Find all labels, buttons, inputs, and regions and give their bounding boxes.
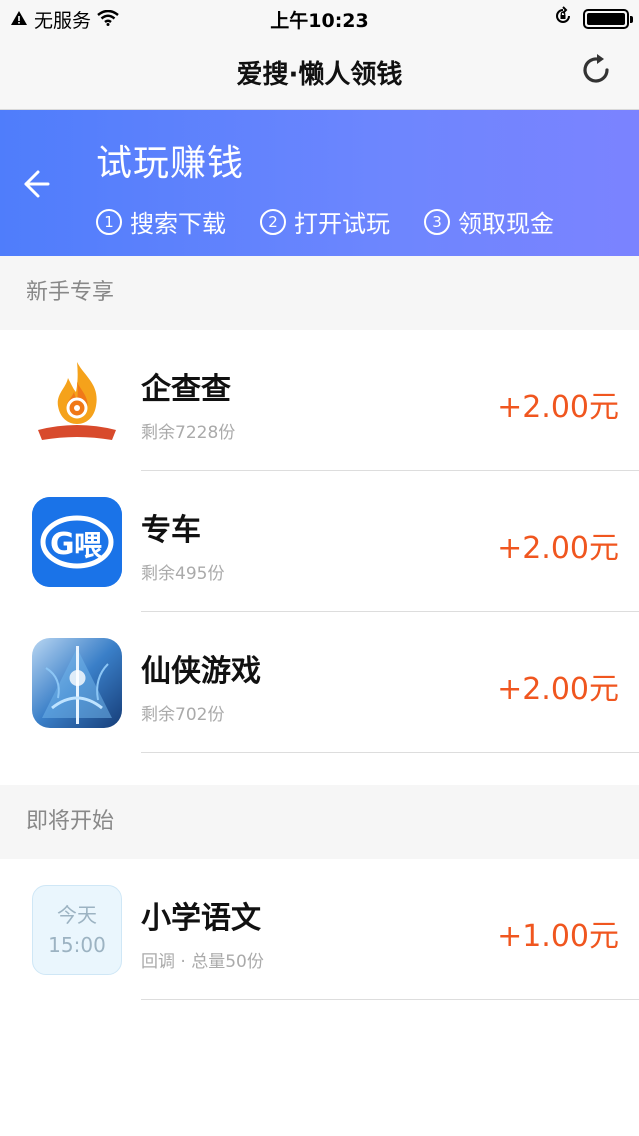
task-remaining: 剩余7228份 (141, 423, 236, 443)
battery-icon (583, 8, 633, 29)
nav-bar: 爱搜·懒人领钱 (0, 36, 639, 110)
task-remaining: 剩余495份 (141, 564, 225, 584)
task-item-qichacha[interactable]: 企查查 剩余7228份 +2.00元 (0, 330, 639, 471)
task-reward: +2.00元 (497, 672, 619, 707)
task-remaining: 剩余702份 (141, 705, 225, 725)
back-arrow-icon (24, 170, 50, 198)
car-hailing-logo-icon: G 喂 (32, 497, 122, 587)
refresh-icon (583, 54, 609, 83)
status-right (553, 6, 633, 31)
steps-row: 1 搜索下载 2 打开试玩 3 领取现金 (96, 204, 554, 239)
rotation-lock-icon (553, 6, 573, 31)
step-search-download: 1 搜索下载 (96, 204, 226, 239)
start-time-badge: 今天 15:00 (32, 885, 122, 975)
task-name: 仙侠游戏 (141, 654, 261, 689)
back-button[interactable] (20, 164, 54, 204)
start-day: 今天 (57, 903, 97, 927)
battery-fill (587, 12, 625, 25)
step-number: 1 (96, 208, 122, 235)
step-number: 2 (260, 208, 286, 235)
task-reward: +2.00元 (497, 390, 619, 425)
app-icon-xianxia-game (32, 638, 122, 728)
divider (141, 999, 639, 1000)
step-claim-cash: 3 领取现金 (424, 204, 554, 239)
svg-text:喂: 喂 (74, 529, 103, 562)
task-reward: +2.00元 (497, 531, 619, 566)
task-name: 小学语文 (141, 901, 261, 936)
step-label: 搜索下载 (130, 210, 226, 238)
task-name: 专车 (141, 513, 201, 548)
step-label: 打开试玩 (294, 210, 390, 238)
section-header-newbie: 新手专享 (0, 256, 639, 330)
section-gap (0, 753, 639, 785)
task-item-zhuanche[interactable]: G 喂 专车 剩余495份 +2.00元 (0, 471, 639, 612)
task-banner: 试玩赚钱 1 搜索下载 2 打开试玩 3 领取现金 (0, 110, 639, 256)
status-bar: 无服务 上午10:23 (0, 0, 639, 36)
step-number: 3 (424, 208, 450, 235)
section-header-upcoming: 即将开始 (0, 785, 639, 859)
task-item-xiaoxue-yuwen[interactable]: 今天 15:00 小学语文 回调 · 总量50份 +1.00元 (0, 859, 639, 1000)
fantasy-game-art-icon (32, 638, 122, 728)
task-item-xianxia-game[interactable]: 仙侠游戏 剩余702份 +2.00元 (0, 612, 639, 753)
task-reward: +1.00元 (497, 919, 619, 954)
banner-title: 试玩赚钱 (96, 143, 245, 184)
app-icon-qichacha (32, 356, 122, 446)
task-name: 企查查 (141, 372, 231, 407)
refresh-button[interactable] (577, 50, 617, 90)
step-open-trial: 2 打开试玩 (260, 204, 390, 239)
start-time: 15:00 (48, 933, 106, 957)
svg-text:G: G (50, 527, 75, 562)
page-title: 爱搜·懒人领钱 (236, 60, 403, 90)
step-label: 领取现金 (458, 210, 554, 238)
task-info: 回调 · 总量50份 (141, 952, 264, 972)
status-time: 上午10:23 (270, 10, 369, 32)
app-icon-zhuanche: G 喂 (32, 497, 122, 587)
flame-logo-icon (38, 362, 116, 440)
